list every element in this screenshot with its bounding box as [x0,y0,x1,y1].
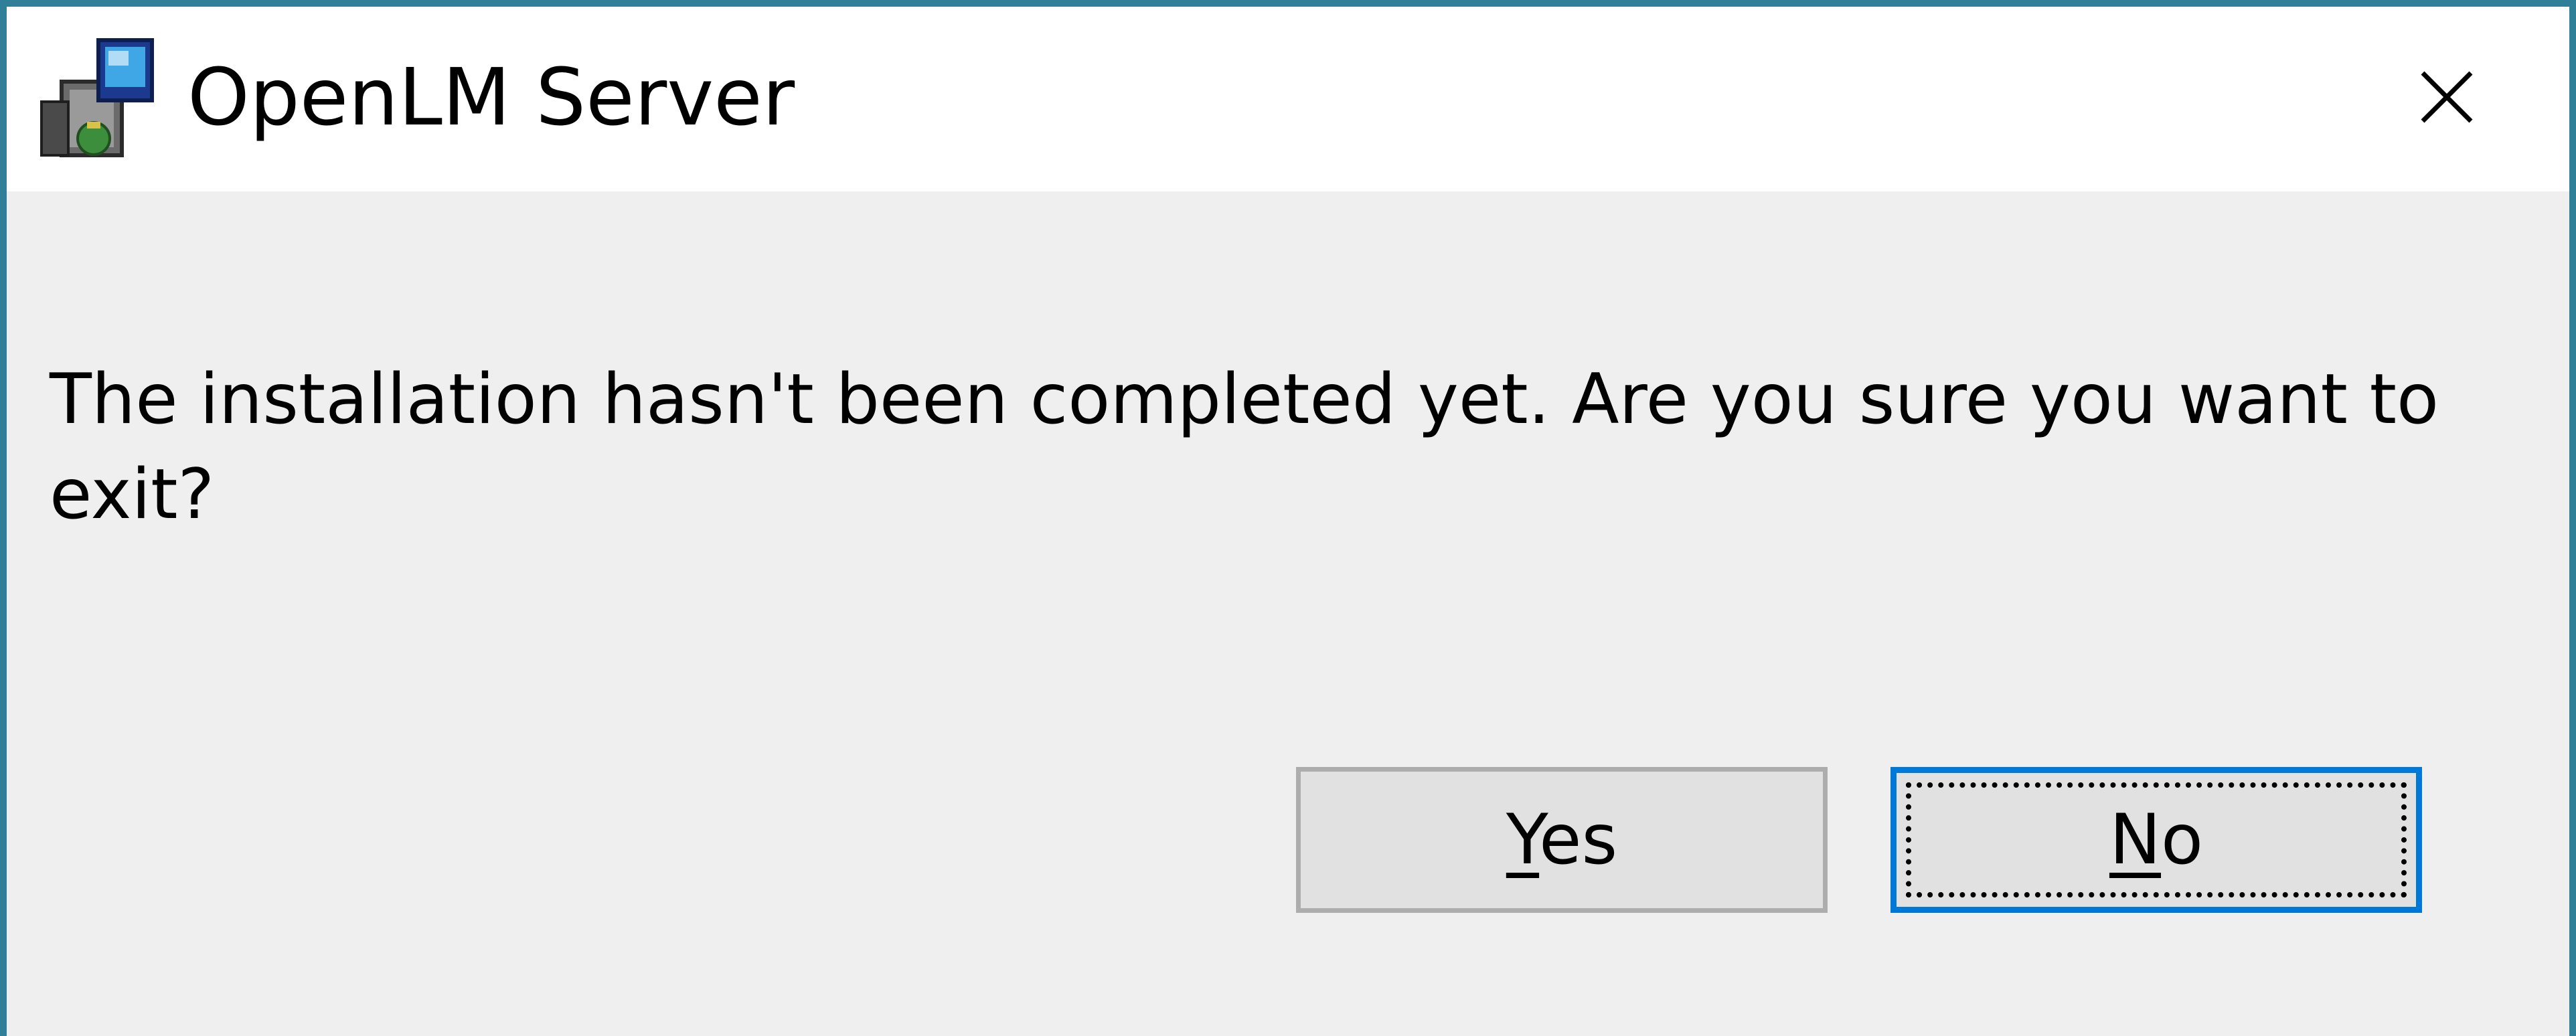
yes-button-label: Yes [1506,800,1617,880]
no-label-rest: o [2161,800,2204,880]
confirm-exit-dialog: OpenLM Server The installation hasn't be… [0,0,2576,1036]
dialog-content: The installation hasn't been completed y… [7,191,2569,1036]
yes-button[interactable]: Yes [1296,767,1828,913]
no-button[interactable]: No [1890,767,2422,913]
installer-package-icon [35,35,155,162]
no-button-label: No [2109,800,2203,880]
yes-mnemonic: Y [1506,800,1540,880]
title-bar[interactable]: OpenLM Server [7,7,2569,191]
close-button[interactable] [2390,44,2504,151]
no-mnemonic: N [2109,800,2162,880]
window-title: OpenLM Server [187,51,795,143]
confirmation-message: The installation hasn't been completed y… [50,359,2439,535]
close-icon [2421,71,2473,123]
yes-label-rest: es [1539,800,1618,880]
